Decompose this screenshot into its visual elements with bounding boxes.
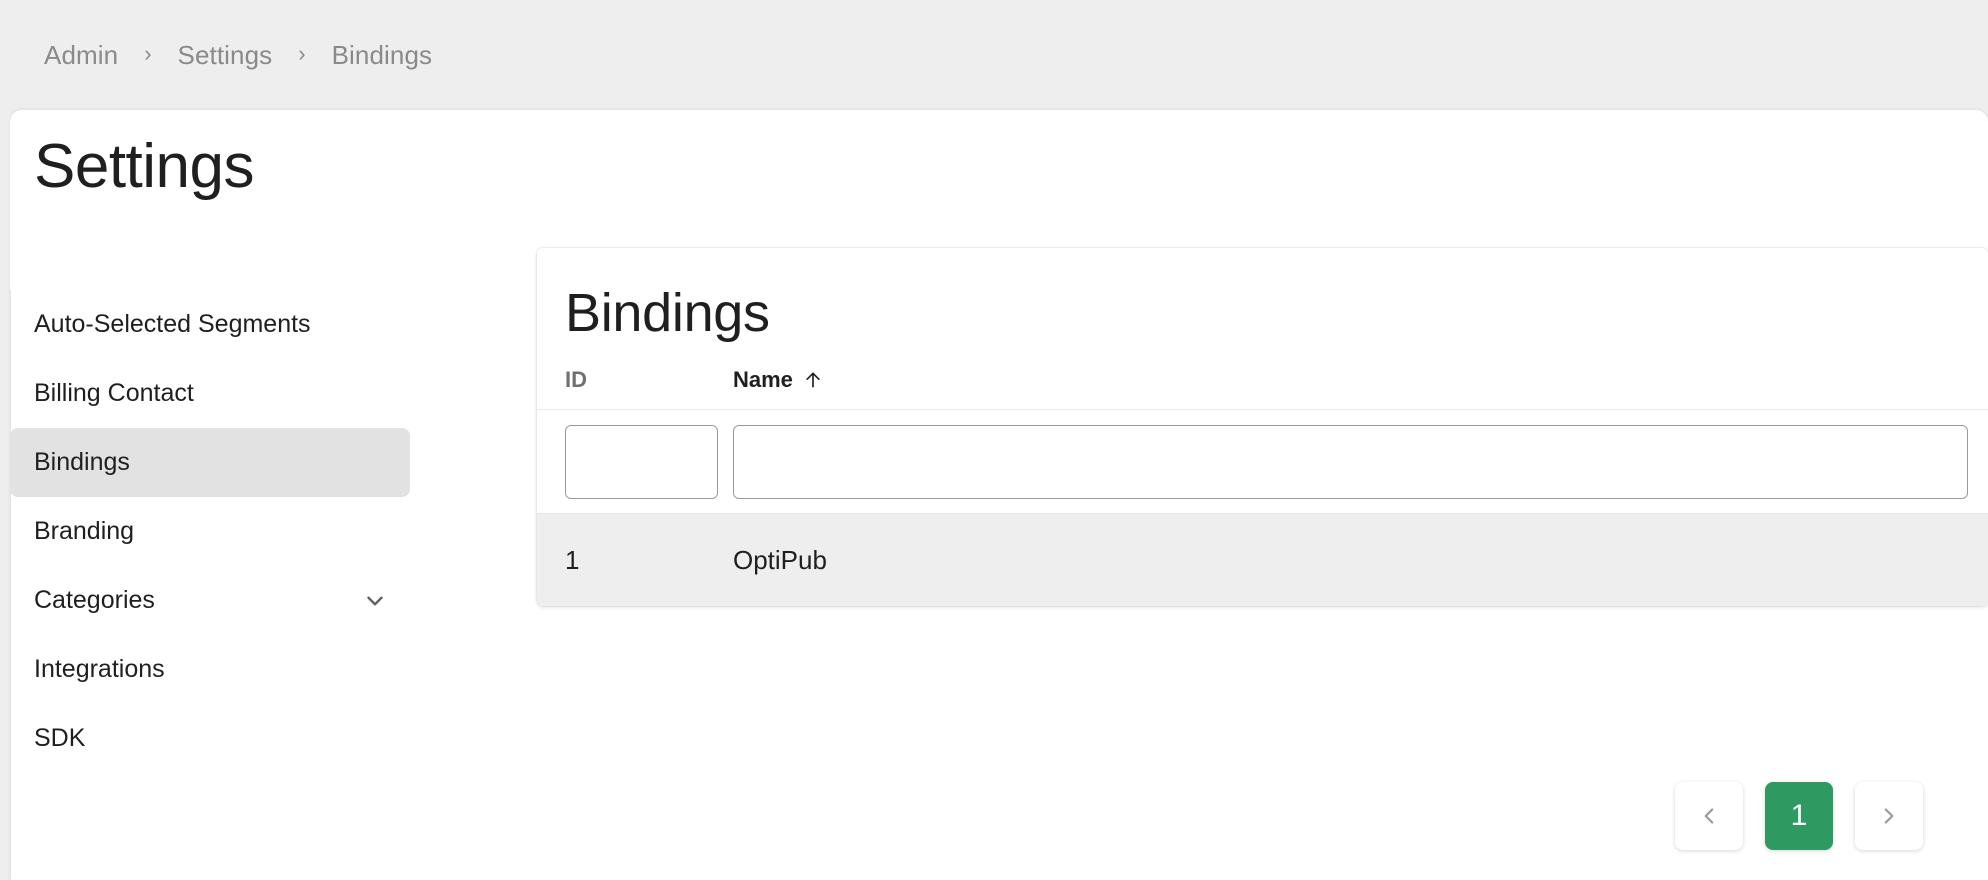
sidebar-item-bindings[interactable]: Bindings bbox=[10, 428, 410, 497]
sidebar-item-categories[interactable]: Categories bbox=[10, 566, 410, 635]
page-title: Settings bbox=[34, 132, 255, 201]
pagination-next-button[interactable] bbox=[1855, 782, 1923, 850]
bindings-table-card: Bindings ID Name 1 OptiPub bbox=[537, 248, 1988, 607]
breadcrumb-item-settings[interactable]: Settings bbox=[178, 40, 273, 71]
column-header-id[interactable]: ID bbox=[565, 367, 733, 409]
sidebar-item-label: Branding bbox=[34, 517, 135, 545]
sidebar-item-label: Auto-Selected Segments bbox=[34, 310, 311, 338]
chevron-down-icon[interactable] bbox=[362, 588, 388, 614]
pagination-prev-button[interactable] bbox=[1675, 782, 1743, 850]
cell-id: 1 bbox=[565, 545, 580, 576]
sidebar-item-sdk[interactable]: SDK bbox=[10, 704, 410, 773]
settings-nav: Auto-Selected Segments Billing Contact B… bbox=[10, 290, 410, 773]
sidebar-item-label: SDK bbox=[34, 724, 86, 752]
pagination-page-1-button[interactable]: 1 bbox=[1765, 782, 1833, 850]
chevron-right-icon bbox=[1876, 803, 1902, 829]
table-title: Bindings bbox=[565, 283, 770, 343]
sidebar-item-label: Bindings bbox=[34, 448, 130, 476]
sidebar-item-branding[interactable]: Branding bbox=[10, 497, 410, 566]
sidebar-item-auto-selected-segments[interactable]: Auto-Selected Segments bbox=[10, 290, 410, 359]
filter-input-id[interactable] bbox=[565, 424, 718, 499]
table-filter-row bbox=[537, 410, 1988, 515]
table-row[interactable]: 1 OptiPub bbox=[537, 514, 1988, 607]
filter-input-name[interactable] bbox=[733, 424, 1968, 499]
chevron-right-icon: › bbox=[144, 41, 152, 66]
filter-cell-id bbox=[565, 424, 733, 499]
cell-name: OptiPub bbox=[733, 545, 827, 576]
pagination-page-number: 1 bbox=[1790, 799, 1808, 832]
pagination: 1 bbox=[537, 782, 1988, 850]
chevron-right-icon: › bbox=[298, 41, 306, 66]
breadcrumb: Admin › Settings › Bindings bbox=[0, 0, 1988, 110]
column-header-name[interactable]: Name bbox=[733, 367, 1988, 409]
sidebar-item-label: Billing Contact bbox=[34, 379, 194, 407]
chevron-left-icon bbox=[1696, 803, 1722, 829]
sidebar-item-integrations[interactable]: Integrations bbox=[10, 635, 410, 704]
sidebar-item-billing-contact[interactable]: Billing Contact bbox=[10, 359, 410, 428]
content-card: Settings Auto-Selected Segments Billing … bbox=[10, 110, 1988, 880]
sidebar-item-label: Categories bbox=[34, 586, 155, 614]
sidebar-item-label: Integrations bbox=[34, 655, 165, 683]
settings-bindings-page: Admin › Settings › Bindings Settings Aut… bbox=[0, 0, 1988, 880]
table-header-row: ID Name bbox=[537, 344, 1988, 411]
breadcrumb-item-admin[interactable]: Admin bbox=[44, 40, 118, 71]
arrow-up-icon bbox=[803, 370, 823, 390]
breadcrumb-item-bindings: Bindings bbox=[331, 39, 433, 70]
filter-cell-name bbox=[733, 424, 1968, 499]
column-header-name-label: Name bbox=[733, 367, 793, 393]
column-header-id-label: ID bbox=[565, 367, 587, 393]
